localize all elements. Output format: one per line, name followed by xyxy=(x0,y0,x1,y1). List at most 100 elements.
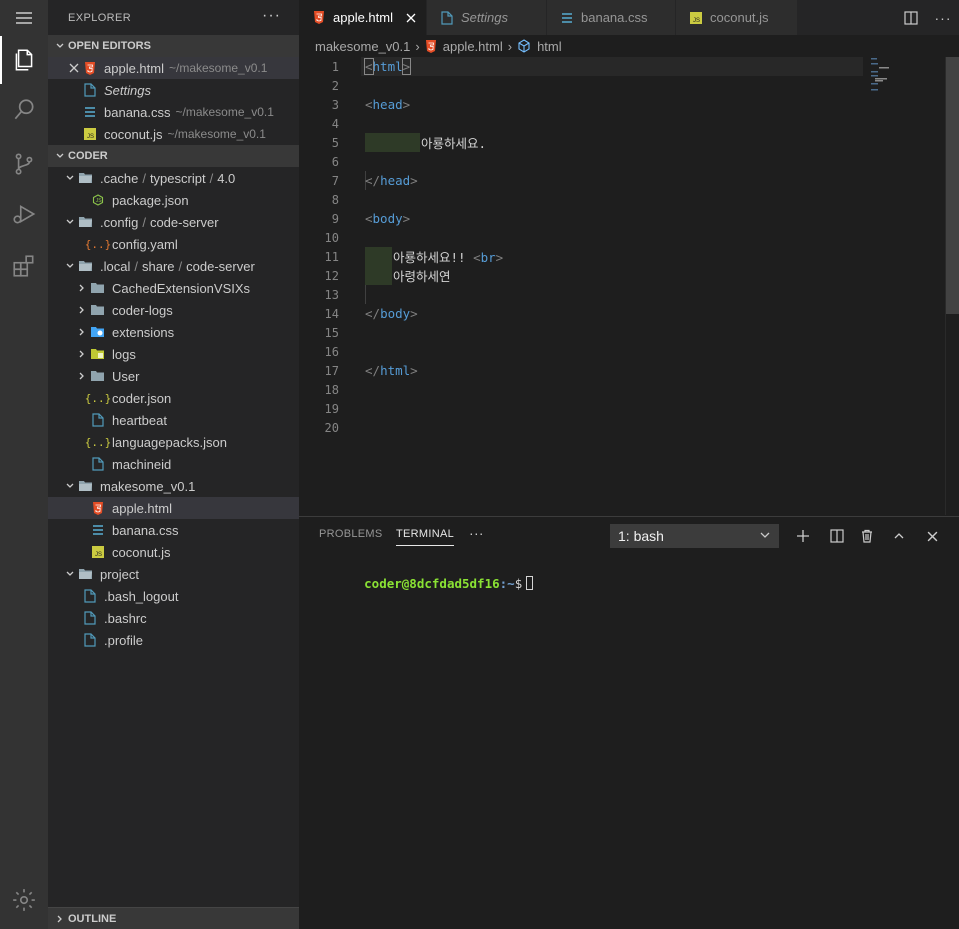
folder-name: 4.0 xyxy=(217,170,236,186)
code-line: 10 xyxy=(299,228,864,247)
more-actions-icon[interactable]: ··· xyxy=(469,525,484,541)
source-control-icon[interactable] xyxy=(0,140,48,188)
file-row[interactable]: .profile xyxy=(48,629,299,651)
tab-problems[interactable]: PROBLEMS xyxy=(319,528,383,540)
file-row[interactable]: banana.css xyxy=(48,519,299,541)
folder-open-icon xyxy=(78,258,94,274)
split-editor-icon[interactable] xyxy=(895,10,927,25)
sidebar-title-text: EXPLORER xyxy=(68,11,132,24)
menu-icon[interactable] xyxy=(12,8,36,31)
code-editor[interactable]: 1 <html> 2 3 <head> 4 5 아룡하세요. 6 7 </hea… xyxy=(299,57,959,515)
explorer-icon[interactable] xyxy=(0,36,48,84)
folder-name: .config xyxy=(100,214,139,230)
open-editor-item[interactable]: JS coconut.js ~/makesome_v0.1 xyxy=(48,123,299,145)
tab-coconut-js[interactable]: JS coconut.js xyxy=(676,0,798,35)
folder-name: code-server xyxy=(186,258,255,274)
open-editor-item[interactable]: banana.css ~/makesome_v0.1 xyxy=(48,101,299,123)
file-row[interactable]: machineid xyxy=(48,453,299,475)
line-number: 17 xyxy=(324,363,339,378)
tab-terminal[interactable]: TERMINAL xyxy=(396,528,455,546)
css-file-icon xyxy=(90,522,106,538)
bottom-panel: PROBLEMS TERMINAL ··· 1: bash coder@8dcf… xyxy=(299,516,959,929)
js-file-icon: JS xyxy=(82,126,98,142)
sidebar-title: EXPLORER ··· xyxy=(48,0,299,35)
line-number: 1 xyxy=(331,59,339,74)
tab-settings[interactable]: Settings xyxy=(427,0,547,35)
html-file-icon xyxy=(90,500,106,516)
file-row[interactable]: .bashrc xyxy=(48,607,299,629)
file-row[interactable]: JS package.json xyxy=(48,189,299,211)
folder-row[interactable]: extensions xyxy=(48,321,299,343)
open-editors-header[interactable]: OPEN EDITORS xyxy=(48,35,299,57)
more-actions-icon[interactable]: ··· xyxy=(262,7,281,25)
close-icon[interactable] xyxy=(922,526,942,546)
open-editor-item[interactable]: Settings xyxy=(48,79,299,101)
workspace-header[interactable]: CODER xyxy=(48,145,299,167)
line-number: 20 xyxy=(324,420,339,435)
scrollbar-thumb[interactable] xyxy=(946,57,959,314)
minimap[interactable] xyxy=(869,57,945,515)
terminal-cursor xyxy=(526,576,534,590)
file-name: machineid xyxy=(112,456,172,472)
code-line: 19 xyxy=(299,399,864,418)
folder-row[interactable]: project xyxy=(48,563,299,585)
chevron-right-icon xyxy=(74,324,90,340)
breadcrumb-folder[interactable]: makesome_v0.1 xyxy=(315,39,410,54)
line-number: 5 xyxy=(331,135,339,150)
folder-row[interactable]: User xyxy=(48,365,299,387)
path-separator: / xyxy=(209,170,214,186)
tab-banana-css[interactable]: banana.css xyxy=(547,0,676,35)
folder-row[interactable]: .cache / typescript / 4.0 xyxy=(48,167,299,189)
folder-row[interactable]: coder-logs xyxy=(48,299,299,321)
file-row[interactable]: apple.html xyxy=(48,497,299,519)
folder-name: code-server xyxy=(149,214,219,230)
folder-row[interactable]: logs xyxy=(48,343,299,365)
file-row[interactable]: heartbeat xyxy=(48,409,299,431)
line-number: 18 xyxy=(324,382,339,397)
file-row[interactable]: {..} config.yaml xyxy=(48,233,299,255)
split-terminal-icon[interactable] xyxy=(827,526,847,546)
explorer-sidebar: EXPLORER ··· OPEN EDITORS apple.html ~/m… xyxy=(48,0,299,929)
search-icon[interactable] xyxy=(0,86,48,134)
extensions-icon[interactable] xyxy=(0,242,48,290)
more-actions-icon[interactable]: ··· xyxy=(927,10,959,26)
folder-row[interactable]: CachedExtensionVSIXs xyxy=(48,277,299,299)
editor-scrollbar[interactable] xyxy=(945,57,959,515)
folder-open-icon xyxy=(78,214,94,230)
tab-apple-html[interactable]: apple.html xyxy=(299,0,427,35)
close-icon[interactable] xyxy=(66,60,82,76)
code-line: 5 아룡하세요. xyxy=(299,133,864,152)
breadcrumb-symbol[interactable]: html xyxy=(537,39,562,54)
folder-row[interactable]: makesome_v0.1 xyxy=(48,475,299,497)
chevron-up-icon[interactable] xyxy=(889,526,909,546)
panel-header: PROBLEMS TERMINAL ··· 1: bash xyxy=(299,517,959,555)
close-icon[interactable] xyxy=(403,10,419,26)
terminal-prompt[interactable]: coder@8dcfdad5df16:~$ xyxy=(319,561,534,606)
document-icon xyxy=(90,456,106,472)
add-terminal-icon[interactable] xyxy=(793,526,813,546)
line-number: 2 xyxy=(331,78,339,93)
line-number: 3 xyxy=(331,97,339,112)
outline-header[interactable]: OUTLINE xyxy=(48,907,299,929)
breadcrumb-file[interactable]: apple.html xyxy=(443,39,503,54)
code-text: 아룡하세요!! xyxy=(393,250,474,265)
folder-row[interactable]: .local / share / code-server xyxy=(48,255,299,277)
trash-icon[interactable] xyxy=(857,526,877,546)
run-debug-icon[interactable] xyxy=(0,190,48,238)
open-editor-item[interactable]: apple.html ~/makesome_v0.1 xyxy=(48,57,299,79)
line-number: 10 xyxy=(324,230,339,245)
tag-name: html xyxy=(380,363,411,378)
line-content: </body> xyxy=(365,306,418,321)
folder-name: share xyxy=(141,258,175,274)
file-row[interactable]: {..} languagepacks.json xyxy=(48,431,299,453)
settings-gear-icon[interactable] xyxy=(0,876,48,924)
terminal-select[interactable]: 1: bash xyxy=(610,524,779,548)
folder-row[interactable]: .config / code-server xyxy=(48,211,299,233)
svg-text:JS: JS xyxy=(96,198,103,204)
folder-icon xyxy=(90,302,106,318)
file-row[interactable]: {..} coder.json xyxy=(48,387,299,409)
tag-name: html xyxy=(372,59,403,74)
line-content: <head> xyxy=(365,97,411,112)
file-row[interactable]: .bash_logout xyxy=(48,585,299,607)
file-row[interactable]: JS coconut.js xyxy=(48,541,299,563)
